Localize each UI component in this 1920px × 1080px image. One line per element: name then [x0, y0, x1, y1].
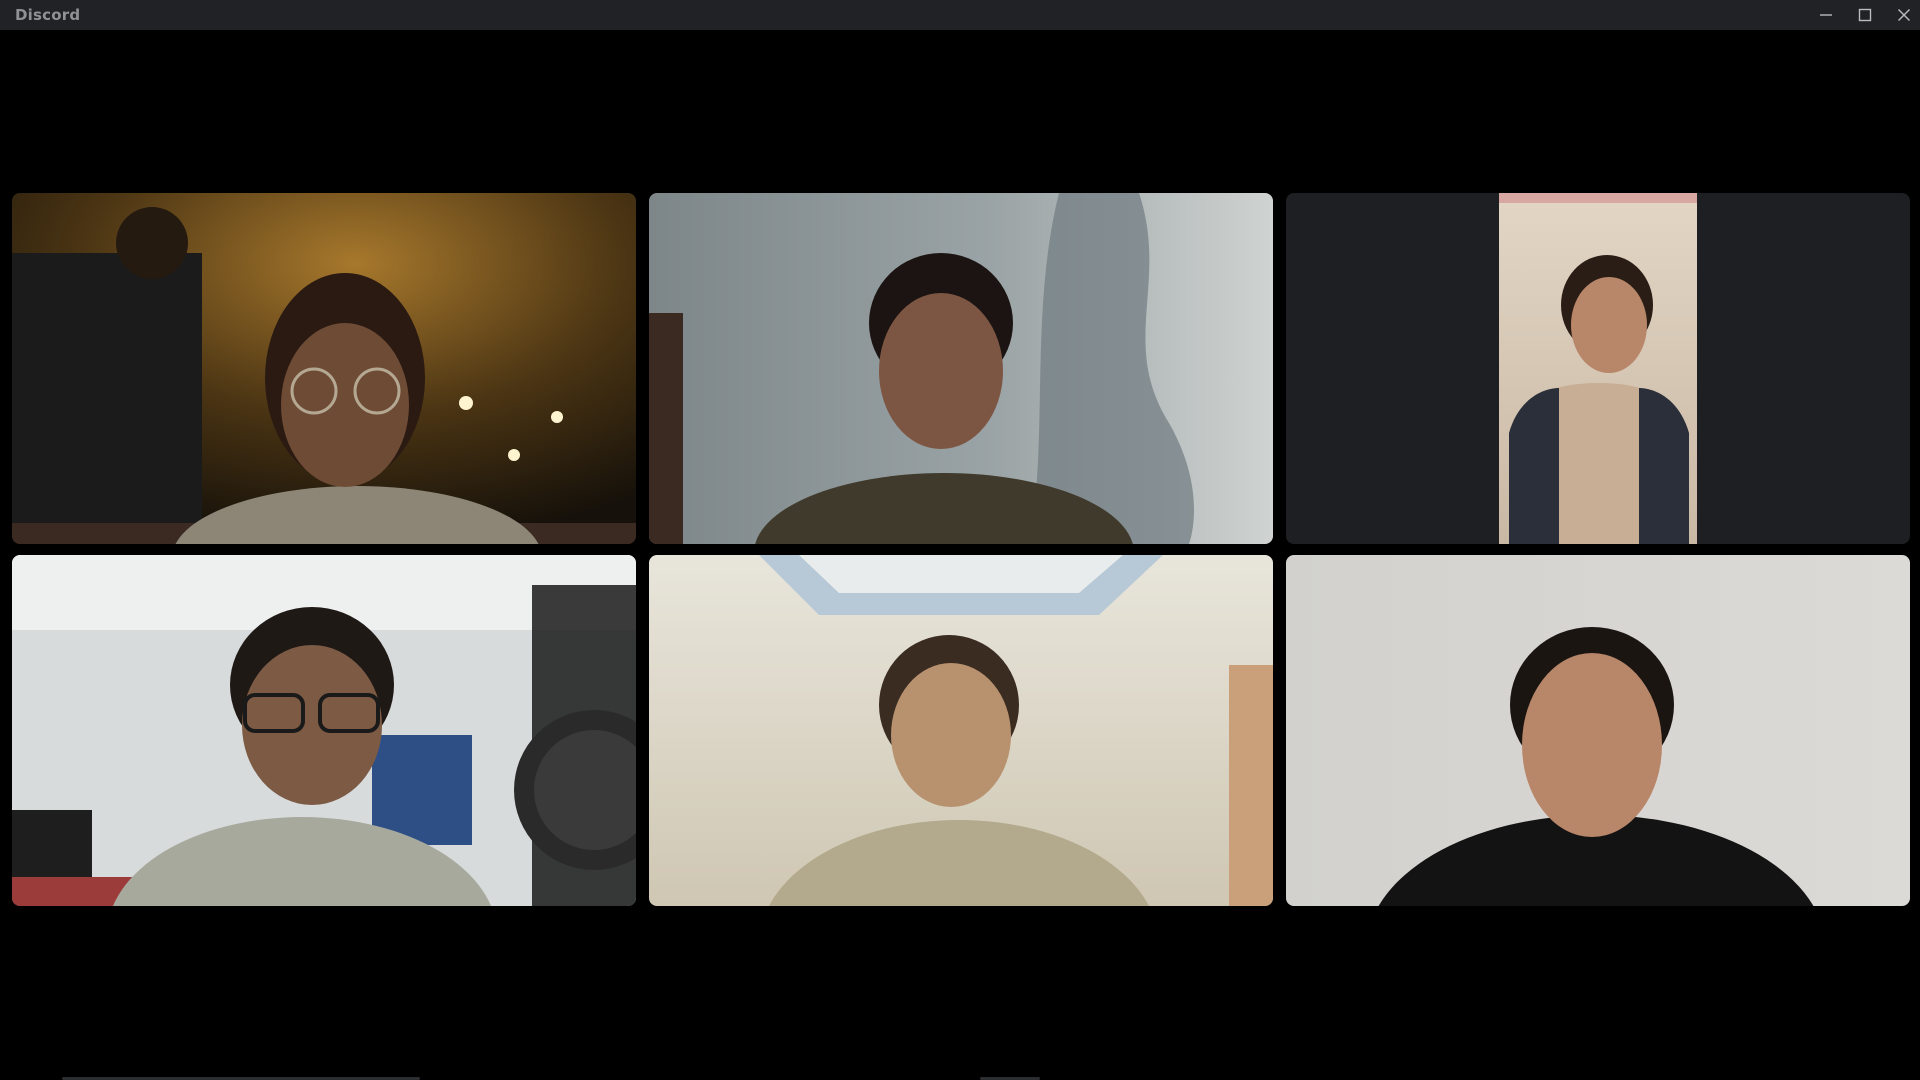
participant-video-6 — [1286, 555, 1910, 906]
participant-video-5 — [649, 555, 1273, 906]
minimize-button[interactable] — [1806, 0, 1846, 30]
close-icon — [1898, 9, 1910, 21]
participant-video-4 — [12, 555, 636, 906]
video-grid — [0, 30, 1920, 1080]
app-title: Discord — [15, 6, 81, 24]
participant-video-2 — [649, 193, 1273, 544]
participant-video-1 — [12, 193, 636, 544]
maximize-icon — [1858, 8, 1872, 22]
close-button[interactable] — [1884, 0, 1920, 30]
video-tile-3[interactable] — [1286, 193, 1910, 544]
video-tile-5[interactable] — [649, 555, 1273, 906]
video-tile-4[interactable] — [12, 555, 636, 906]
minimize-icon — [1820, 14, 1832, 16]
video-tile-6[interactable] — [1286, 555, 1910, 906]
title-bar: Discord — [0, 0, 1920, 30]
maximize-button[interactable] — [1845, 0, 1885, 30]
video-tile-2[interactable] — [649, 193, 1273, 544]
portrait-video-frame — [1499, 193, 1697, 544]
video-tile-1[interactable] — [12, 193, 636, 544]
participant-video-3 — [1499, 193, 1697, 544]
